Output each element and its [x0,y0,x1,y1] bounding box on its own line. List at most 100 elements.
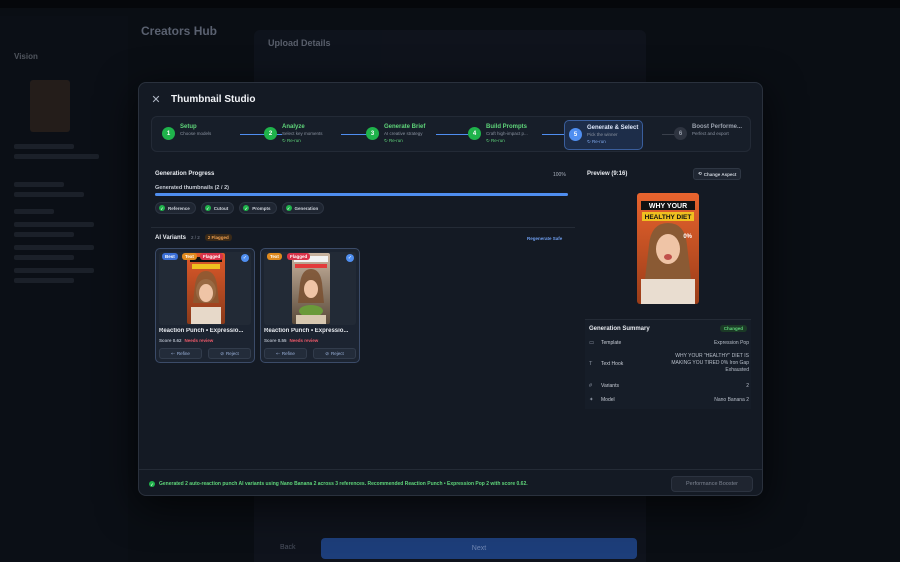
variants-header: AI Variants 2 / 2 2 Flagged [155,234,232,241]
summary-row-variants: # Variants 2 [589,383,749,389]
step-build-prompts[interactable]: 4 Build Prompts Craft high-impact p... ↻ R… [464,120,532,150]
step-sub: AI creative strategy [384,131,423,136]
variant-thumbnail [264,252,356,325]
generation-summary: Generation Summary Changed ▭ Template Exp… [585,319,751,409]
step-number: 6 [674,127,687,140]
step-label: Boost Performe... [692,124,743,130]
step-rerun[interactable]: ↻ Re-run [587,139,638,145]
thumbnail-image [292,253,330,324]
svg-text:0%: 0% [683,234,692,240]
chip-generation: ✓ Generation [281,202,325,214]
tag-flagged: Flagged [287,253,311,260]
step-label: Setup [180,124,197,130]
status-badge: Changed [719,325,747,332]
step-sub: Craft high-impact p... [486,131,528,136]
tag-text: Text [267,253,282,260]
step-label: Analyze [282,124,305,130]
background-title: Creators Hub [141,24,218,38]
step-number: 3 [366,127,379,140]
step-rerun[interactable]: ↻ Re-run [486,138,528,144]
success-icon: ✓ [149,481,155,487]
preview-thumbnail: WHY YOUR HEALTHY DIET 0% [637,193,699,304]
hash-icon: # [589,383,593,389]
reject-icon: ⊘ [325,350,329,356]
step-setup[interactable]: 1 Setup Choose models [158,120,215,150]
summary-row-model: ✦ Model Nano Banana 2 [589,397,749,403]
selected-check-icon[interactable]: ✓ [346,254,354,262]
performance-booster-button[interactable]: Performance Booster [671,476,753,492]
step-generate-select[interactable]: 5 Generate & Select Pick the winner ↻ Re-r… [564,120,644,150]
step-sub: Perfect and export [692,131,729,136]
check-icon: ✓ [204,205,211,211]
tag-text: Text [182,253,197,260]
step-label: Build Prompts [486,124,528,130]
step-boost-performance[interactable]: 6 Boost Performe... Perfect and export [670,120,746,150]
footer-status: ✓ Generated 2 auto-reaction punch AI var… [149,481,528,487]
variant-name: Reaction Punch • Expressio... [159,328,244,334]
refine-icon: ⇠ [171,350,175,356]
background-sidebar: Vision [0,16,128,562]
reject-button[interactable]: ⊘ Reject [313,348,356,359]
modal-header: ✕ Thumbnail Studio [151,93,255,106]
progress-fill [155,193,568,196]
summary-row-text-hook: T Text Hook WHY YOUR "HEALTHY" DIET IS MA… [589,353,749,373]
step-sub: Pick the winner [587,132,618,137]
template-icon: ▭ [589,340,595,346]
refine-button[interactable]: ⇠ Refine [159,348,202,359]
variant-card[interactable]: Best Text Flagged ✓ Reaction Punch • Exp… [155,248,255,363]
tag-best: Best [162,253,178,260]
thumbnail-studio-modal: ✕ Thumbnail Studio 1 Setup Choose models … [138,82,763,496]
modal-title: Thumbnail Studio [171,94,256,105]
change-aspect-button[interactable]: ⟲ Change Aspect [693,168,742,180]
step-label: Generate Brief [384,124,426,130]
refine-icon: ⇠ [276,350,280,356]
svg-text:HEALTHY DIET: HEALTHY DIET [645,214,692,221]
generation-percent: 100% [553,172,566,178]
svg-text:WHY YOUR: WHY YOUR [649,203,687,210]
regenerate-safe-link[interactable]: Regenerate Safe [527,236,562,241]
chip-cutout: ✓ Cutout [200,202,235,214]
chip-reference: ✓ Reference [155,202,196,214]
step-generate-brief[interactable]: 3 Generate Brief AI creative strategy ↻ Re… [362,120,429,150]
step-label: Generate & Select [587,125,639,131]
text-hook-icon: T [589,360,593,367]
model-icon: ✦ [589,397,594,403]
sidebar-avatar [30,80,70,132]
summary-title: Generation Summary [589,326,650,332]
modal-footer: ✓ Generated 2 auto-reaction punch AI var… [139,469,762,495]
preview-image: WHY YOUR HEALTHY DIET 0% [637,193,699,304]
background-back-button[interactable]: Back [280,544,296,551]
reject-button[interactable]: ⊘ Reject [208,348,251,359]
variant-name: Reaction Punch • Expressio... [264,328,349,334]
variants-title: AI Variants [155,234,187,241]
refine-button[interactable]: ⇠ Refine [264,348,307,359]
aspect-icon: ⟲ [698,171,702,176]
variants-count: 2 / 2 [191,235,200,240]
generation-label: Generated thumbnails (2 / 2) [155,185,229,191]
close-icon[interactable]: ✕ [151,93,161,106]
step-number: 1 [162,127,175,140]
generation-chips: ✓ Reference ✓ Cutout ✓ Prompts ✓ Generation [155,202,325,214]
preview-panel: Preview (9:16) ⟲ Change Aspect WHY YOUR H… [583,165,751,311]
variant-score: Score 0.55 Needs review [264,338,319,343]
workflow-stepper: 1 Setup Choose models 2 Analyze Select key… [151,116,751,152]
check-icon: ✓ [243,205,250,211]
background-next-button[interactable]: Next [321,538,637,559]
reject-icon: ⊘ [220,350,224,356]
generation-progress-bar [155,193,568,196]
flagged-badge: 2 Flagged [204,234,232,241]
step-rerun[interactable]: ↻ Re-run [384,138,425,144]
step-analyze[interactable]: 2 Analyze Select key moments ↻ Re-run [260,120,327,150]
check-icon: ✓ [159,205,165,211]
selected-check-icon[interactable]: ✓ [241,254,249,262]
step-number: 2 [264,127,277,140]
step-sub: Select key moments [282,131,323,136]
step-number: 4 [468,127,481,140]
preview-title: Preview (9:16) [587,171,628,177]
step-number: 5 [569,128,582,141]
variant-card[interactable]: Text Flagged ✓ Reaction Punch • Expressi… [260,248,360,363]
chip-prompts: ✓ Prompts [239,202,277,214]
step-rerun[interactable]: ↻ Re-run [282,138,323,144]
variant-thumbnail [159,252,251,325]
check-icon: ✓ [285,205,292,211]
